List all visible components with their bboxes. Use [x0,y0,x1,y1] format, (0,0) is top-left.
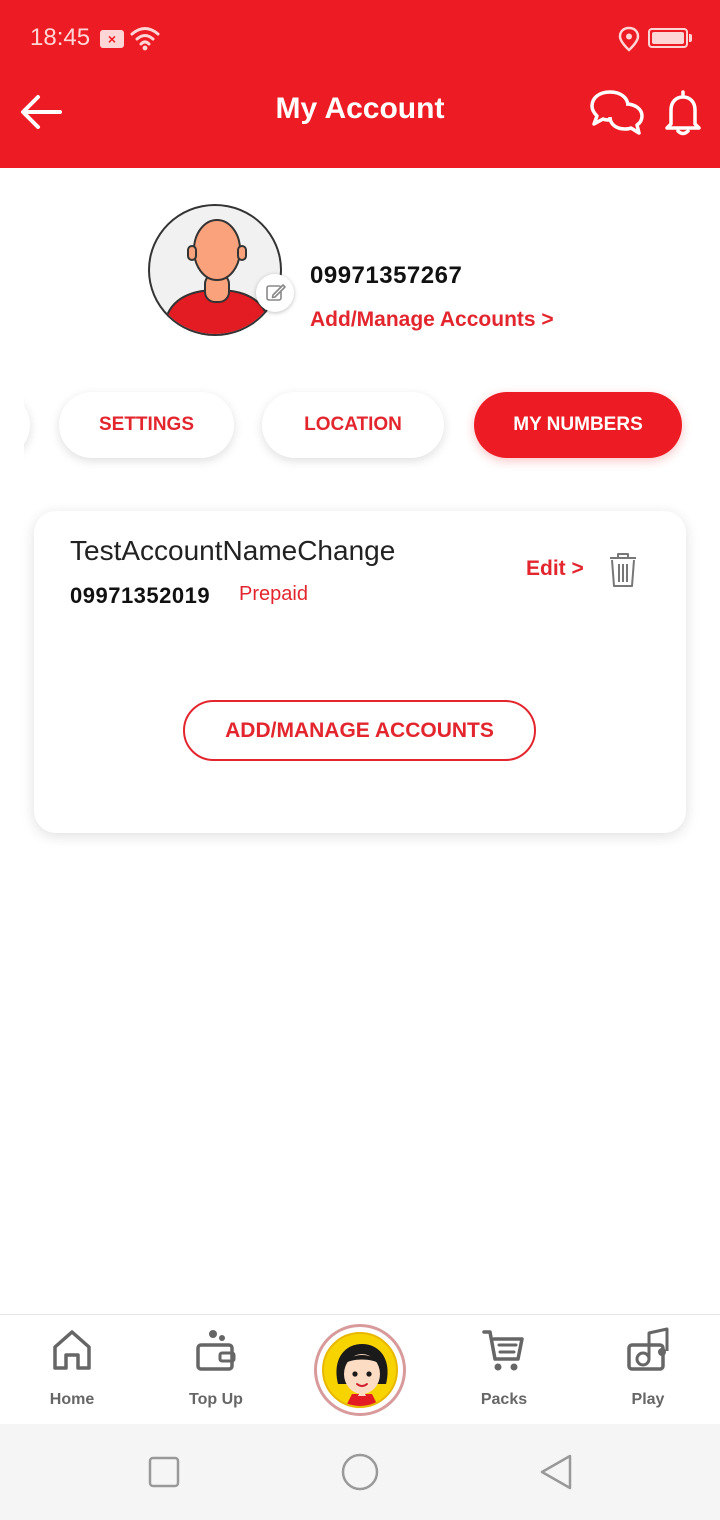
account-number: 09971352019 [70,583,211,608]
status-time: 18:45 [30,24,91,51]
tab-partial-hidden[interactable] [24,392,30,458]
nav-packs-label: Packs [480,1391,528,1408]
cart-icon [482,1330,524,1371]
pencil-edit-icon [266,284,286,301]
nav-packs[interactable]: Packs [444,1315,564,1425]
nav-play[interactable]: Play [588,1315,708,1425]
recent-apps-icon[interactable] [144,1452,184,1492]
bell-icon[interactable] [662,88,704,136]
account-name: TestAccountNameChange [70,535,396,566]
nav-top-up[interactable]: Top Up [156,1315,276,1425]
home-icon [53,1330,91,1370]
add-manage-accounts-link[interactable]: Add/Manage Accounts > [310,308,554,332]
mascot-button[interactable] [314,1324,406,1416]
nav-home[interactable]: Home [12,1315,132,1425]
avatar [148,204,282,336]
nav-home-label: Home [49,1391,95,1408]
avatar-person-icon [163,219,271,334]
account-type-badge: Prepaid [239,583,308,605]
location-icon [618,26,640,52]
add-manage-accounts-button[interactable]: ADD/MANAGE ACCOUNTS [183,700,536,761]
edit-avatar-button[interactable] [256,274,294,312]
sim-x-icon: × [100,30,124,48]
trash-icon[interactable] [608,551,638,589]
tab-my-numbers[interactable]: MY NUMBERS [474,392,682,458]
battery-icon [648,28,692,48]
music-icon [627,1327,669,1371]
edit-account-link[interactable]: Edit > [526,557,584,581]
home-circle-icon[interactable] [340,1452,380,1492]
back-triangle-icon[interactable] [536,1452,576,1492]
tab-bar: SETTINGS LOCATION MY NUMBERS [24,378,696,474]
profile-phone-number: 09971357267 [310,262,463,289]
wallet-icon [196,1330,236,1371]
tab-settings[interactable]: SETTINGS [59,392,234,458]
mascot-icon [322,1332,398,1408]
top-bar: 18:45 × My Account [0,0,720,168]
nav-play-label: Play [631,1391,665,1408]
system-nav-bar [0,1424,720,1520]
nav-top-up-label: Top Up [189,1391,243,1408]
account-card: TestAccountNameChange 09971352019 Prepai… [34,511,686,833]
wifi-icon [130,27,160,51]
tab-location[interactable]: LOCATION [262,392,444,458]
chat-icon[interactable] [588,88,646,138]
status-bar: 18:45 × [0,0,720,76]
